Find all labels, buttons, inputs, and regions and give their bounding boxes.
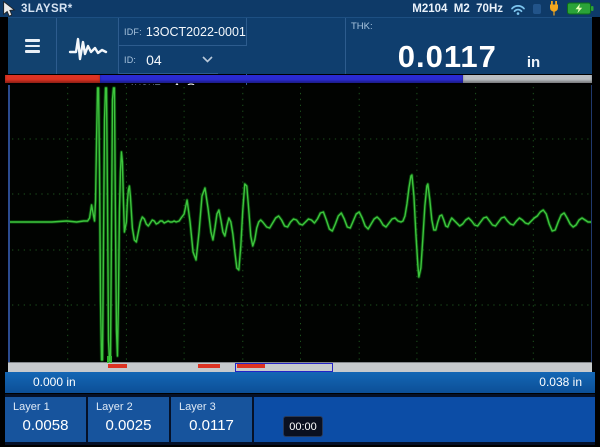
thk-value: 0.0117 [398,41,497,72]
device-info-text: M2104 M2 70Hz [412,3,503,15]
layer-3-label: Layer 3 [171,397,252,413]
id-label: ID: [124,55,136,65]
idf-field[interactable]: IDF: 13OCT2022-0001 [119,18,247,46]
range-min-label: 0.000 in [33,375,76,389]
layer-2-label: Layer 2 [88,397,169,413]
range-segment-gate-active [5,75,100,83]
id-value: 04 [146,52,162,68]
menu-icon [25,39,40,42]
range-segment-range-rest [463,75,592,83]
ascan-svg [10,85,591,362]
gate-marker [107,356,112,363]
idf-value: 13OCT2022-0001 [146,25,246,39]
chevron-down-icon [202,56,213,63]
thk-unit: in [527,54,540,71]
idf-label: IDF: [124,27,142,37]
range-max-label: 0.038 in [539,375,582,389]
range-segment-range-shown [100,75,463,83]
status-bar: 3LAYSR* M2104 M2 70Hz [0,0,600,17]
layer-2-value: 0.0025 [88,417,169,434]
gate-segment [108,364,127,368]
battery-charging-icon [567,2,594,15]
range-overview-bar [5,75,592,83]
id-dropdown[interactable]: ID: 04 [119,46,218,74]
gate-segment [198,364,220,368]
gate-position-bar [8,362,592,372]
thickness-readout: THK: 0.0117 in [346,18,592,74]
zoom-window-outline [235,363,333,372]
layer-1-value: 0.0058 [5,417,86,434]
range-label-strip: 0.000 in 0.038 in [5,372,595,393]
tab-layer-2[interactable]: Layer 2 0.0025 [88,397,169,442]
tab-layer-1[interactable]: Layer 1 0.0058 [5,397,86,442]
mouse-cursor-icon [2,1,16,17]
file-settings-grid: IDF: 13OCT2022-0001 ID: 04 LAYOUT: A-Sca… [119,18,346,74]
tab-layer-3[interactable]: Layer 3 0.0117 [171,397,252,442]
ascan-plot-area[interactable] [8,85,592,362]
header-toolbar: IDF: 13OCT2022-0001 ID: 04 LAYOUT: A-Sca… [8,17,592,74]
gauge-screen: 3LAYSR* M2104 M2 70Hz [0,0,600,447]
layer-3-value: 0.0117 [171,417,252,434]
layer-results-panel: Layer 1 0.0058 Layer 2 0.0025 Layer 3 0.… [5,394,595,445]
usb-icon [533,4,541,14]
menu-button[interactable] [8,18,57,74]
file-title: 3LAYSR* [21,3,73,15]
panel-blue-area: 00:00 [254,397,595,442]
wifi-icon [510,3,526,15]
layer-1-label: Layer 1 [5,397,86,413]
ascan-view-button[interactable] [57,18,119,74]
waveform-icon [67,29,109,63]
thk-label: THK: [351,21,373,32]
power-plug-icon [548,1,560,16]
timer-display: 00:00 [283,416,323,437]
